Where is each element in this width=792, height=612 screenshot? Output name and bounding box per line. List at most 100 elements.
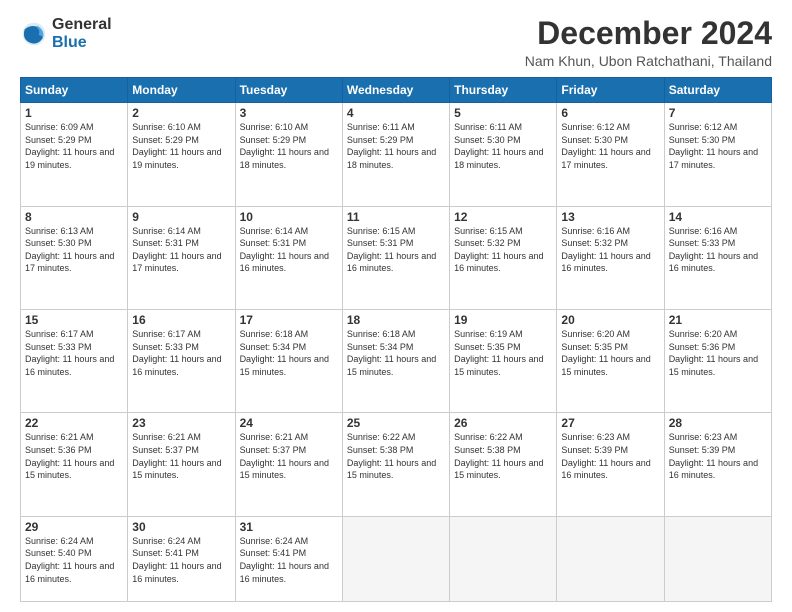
day-number: 29 <box>25 520 123 534</box>
day-info: Sunrise: 6:12 AMSunset: 5:30 PMDaylight:… <box>561 121 659 171</box>
col-header-monday: Monday <box>128 78 235 103</box>
day-number: 11 <box>347 210 445 224</box>
day-number: 18 <box>347 313 445 327</box>
calendar-cell: 6Sunrise: 6:12 AMSunset: 5:30 PMDaylight… <box>557 103 664 206</box>
calendar-cell: 31Sunrise: 6:24 AMSunset: 5:41 PMDayligh… <box>235 516 342 601</box>
month-title: December 2024 <box>525 16 772 51</box>
calendar-cell: 15Sunrise: 6:17 AMSunset: 5:33 PMDayligh… <box>21 310 128 413</box>
day-number: 28 <box>669 416 767 430</box>
day-info: Sunrise: 6:20 AMSunset: 5:35 PMDaylight:… <box>561 328 659 378</box>
calendar-cell: 25Sunrise: 6:22 AMSunset: 5:38 PMDayligh… <box>342 413 449 516</box>
day-info: Sunrise: 6:21 AMSunset: 5:37 PMDaylight:… <box>240 431 338 481</box>
calendar-cell <box>664 516 771 601</box>
day-number: 7 <box>669 106 767 120</box>
location: Nam Khun, Ubon Ratchathani, Thailand <box>525 53 772 69</box>
day-number: 20 <box>561 313 659 327</box>
day-number: 24 <box>240 416 338 430</box>
day-number: 31 <box>240 520 338 534</box>
calendar-cell: 1Sunrise: 6:09 AMSunset: 5:29 PMDaylight… <box>21 103 128 206</box>
day-number: 3 <box>240 106 338 120</box>
day-info: Sunrise: 6:23 AMSunset: 5:39 PMDaylight:… <box>669 431 767 481</box>
day-info: Sunrise: 6:17 AMSunset: 5:33 PMDaylight:… <box>25 328 123 378</box>
col-header-sunday: Sunday <box>21 78 128 103</box>
calendar-cell: 17Sunrise: 6:18 AMSunset: 5:34 PMDayligh… <box>235 310 342 413</box>
day-info: Sunrise: 6:14 AMSunset: 5:31 PMDaylight:… <box>132 225 230 275</box>
calendar-cell: 21Sunrise: 6:20 AMSunset: 5:36 PMDayligh… <box>664 310 771 413</box>
day-info: Sunrise: 6:16 AMSunset: 5:32 PMDaylight:… <box>561 225 659 275</box>
day-number: 17 <box>240 313 338 327</box>
calendar-week-5: 29Sunrise: 6:24 AMSunset: 5:40 PMDayligh… <box>21 516 772 601</box>
day-number: 10 <box>240 210 338 224</box>
logo-blue: Blue <box>52 34 112 52</box>
day-info: Sunrise: 6:11 AMSunset: 5:30 PMDaylight:… <box>454 121 552 171</box>
calendar-cell: 22Sunrise: 6:21 AMSunset: 5:36 PMDayligh… <box>21 413 128 516</box>
day-info: Sunrise: 6:21 AMSunset: 5:36 PMDaylight:… <box>25 431 123 481</box>
day-number: 6 <box>561 106 659 120</box>
calendar-week-2: 8Sunrise: 6:13 AMSunset: 5:30 PMDaylight… <box>21 206 772 309</box>
calendar-cell: 3Sunrise: 6:10 AMSunset: 5:29 PMDaylight… <box>235 103 342 206</box>
calendar-cell: 24Sunrise: 6:21 AMSunset: 5:37 PMDayligh… <box>235 413 342 516</box>
calendar-cell: 2Sunrise: 6:10 AMSunset: 5:29 PMDaylight… <box>128 103 235 206</box>
calendar-cell: 11Sunrise: 6:15 AMSunset: 5:31 PMDayligh… <box>342 206 449 309</box>
day-info: Sunrise: 6:19 AMSunset: 5:35 PMDaylight:… <box>454 328 552 378</box>
day-number: 13 <box>561 210 659 224</box>
day-info: Sunrise: 6:09 AMSunset: 5:29 PMDaylight:… <box>25 121 123 171</box>
day-number: 15 <box>25 313 123 327</box>
day-info: Sunrise: 6:23 AMSunset: 5:39 PMDaylight:… <box>561 431 659 481</box>
calendar-cell: 20Sunrise: 6:20 AMSunset: 5:35 PMDayligh… <box>557 310 664 413</box>
calendar-cell: 4Sunrise: 6:11 AMSunset: 5:29 PMDaylight… <box>342 103 449 206</box>
calendar-cell: 7Sunrise: 6:12 AMSunset: 5:30 PMDaylight… <box>664 103 771 206</box>
day-info: Sunrise: 6:10 AMSunset: 5:29 PMDaylight:… <box>132 121 230 171</box>
title-block: December 2024 Nam Khun, Ubon Ratchathani… <box>525 16 772 69</box>
calendar-week-4: 22Sunrise: 6:21 AMSunset: 5:36 PMDayligh… <box>21 413 772 516</box>
calendar-cell: 19Sunrise: 6:19 AMSunset: 5:35 PMDayligh… <box>450 310 557 413</box>
day-number: 27 <box>561 416 659 430</box>
calendar-cell <box>450 516 557 601</box>
day-number: 22 <box>25 416 123 430</box>
day-info: Sunrise: 6:21 AMSunset: 5:37 PMDaylight:… <box>132 431 230 481</box>
calendar-cell: 27Sunrise: 6:23 AMSunset: 5:39 PMDayligh… <box>557 413 664 516</box>
calendar-cell: 29Sunrise: 6:24 AMSunset: 5:40 PMDayligh… <box>21 516 128 601</box>
day-info: Sunrise: 6:22 AMSunset: 5:38 PMDaylight:… <box>347 431 445 481</box>
day-number: 25 <box>347 416 445 430</box>
day-number: 16 <box>132 313 230 327</box>
day-info: Sunrise: 6:12 AMSunset: 5:30 PMDaylight:… <box>669 121 767 171</box>
calendar-week-1: 1Sunrise: 6:09 AMSunset: 5:29 PMDaylight… <box>21 103 772 206</box>
day-info: Sunrise: 6:16 AMSunset: 5:33 PMDaylight:… <box>669 225 767 275</box>
day-number: 23 <box>132 416 230 430</box>
logo: General Blue <box>20 16 112 51</box>
col-header-wednesday: Wednesday <box>342 78 449 103</box>
calendar-cell: 5Sunrise: 6:11 AMSunset: 5:30 PMDaylight… <box>450 103 557 206</box>
day-info: Sunrise: 6:13 AMSunset: 5:30 PMDaylight:… <box>25 225 123 275</box>
day-info: Sunrise: 6:17 AMSunset: 5:33 PMDaylight:… <box>132 328 230 378</box>
col-header-thursday: Thursday <box>450 78 557 103</box>
day-number: 26 <box>454 416 552 430</box>
col-header-friday: Friday <box>557 78 664 103</box>
day-number: 4 <box>347 106 445 120</box>
day-number: 14 <box>669 210 767 224</box>
calendar-cell: 18Sunrise: 6:18 AMSunset: 5:34 PMDayligh… <box>342 310 449 413</box>
day-number: 12 <box>454 210 552 224</box>
calendar-cell: 12Sunrise: 6:15 AMSunset: 5:32 PMDayligh… <box>450 206 557 309</box>
calendar-table: SundayMondayTuesdayWednesdayThursdayFrid… <box>20 77 772 602</box>
calendar-cell <box>342 516 449 601</box>
day-number: 1 <box>25 106 123 120</box>
calendar-cell: 14Sunrise: 6:16 AMSunset: 5:33 PMDayligh… <box>664 206 771 309</box>
calendar-cell: 28Sunrise: 6:23 AMSunset: 5:39 PMDayligh… <box>664 413 771 516</box>
day-info: Sunrise: 6:24 AMSunset: 5:41 PMDaylight:… <box>240 535 338 585</box>
day-info: Sunrise: 6:11 AMSunset: 5:29 PMDaylight:… <box>347 121 445 171</box>
calendar-cell: 26Sunrise: 6:22 AMSunset: 5:38 PMDayligh… <box>450 413 557 516</box>
calendar-cell: 10Sunrise: 6:14 AMSunset: 5:31 PMDayligh… <box>235 206 342 309</box>
col-header-tuesday: Tuesday <box>235 78 342 103</box>
day-info: Sunrise: 6:15 AMSunset: 5:32 PMDaylight:… <box>454 225 552 275</box>
col-header-saturday: Saturday <box>664 78 771 103</box>
day-info: Sunrise: 6:24 AMSunset: 5:40 PMDaylight:… <box>25 535 123 585</box>
day-info: Sunrise: 6:18 AMSunset: 5:34 PMDaylight:… <box>347 328 445 378</box>
day-info: Sunrise: 6:15 AMSunset: 5:31 PMDaylight:… <box>347 225 445 275</box>
calendar-cell <box>557 516 664 601</box>
calendar-cell: 13Sunrise: 6:16 AMSunset: 5:32 PMDayligh… <box>557 206 664 309</box>
day-info: Sunrise: 6:24 AMSunset: 5:41 PMDaylight:… <box>132 535 230 585</box>
calendar-cell: 8Sunrise: 6:13 AMSunset: 5:30 PMDaylight… <box>21 206 128 309</box>
day-info: Sunrise: 6:14 AMSunset: 5:31 PMDaylight:… <box>240 225 338 275</box>
page: General Blue December 2024 Nam Khun, Ubo… <box>0 0 792 612</box>
